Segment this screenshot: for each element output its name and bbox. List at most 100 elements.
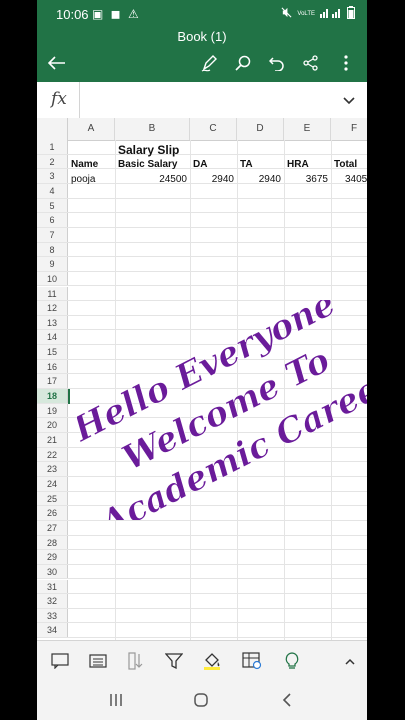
row-header[interactable]: 23 bbox=[37, 462, 68, 476]
row-header[interactable]: 3 bbox=[37, 169, 68, 183]
cell-a2[interactable]: Name bbox=[71, 158, 98, 172]
row-header[interactable]: 16 bbox=[37, 359, 68, 374]
table-row[interactable]: 1 bbox=[37, 140, 367, 155]
filter-icon[interactable] bbox=[163, 651, 185, 671]
table-row[interactable]: 10 bbox=[37, 271, 367, 287]
column-header-c[interactable]: C bbox=[190, 118, 237, 140]
table-row[interactable]: 12 bbox=[37, 301, 367, 316]
row-header[interactable]: 22 bbox=[37, 447, 68, 462]
table-row[interactable]: 5 bbox=[37, 198, 367, 214]
row-header[interactable]: 2 bbox=[37, 154, 68, 169]
row-header[interactable]: 28 bbox=[37, 535, 68, 550]
row-header[interactable]: 26 bbox=[37, 506, 68, 520]
back-arrow-icon[interactable] bbox=[45, 52, 69, 74]
spreadsheet-grid[interactable]: A B C D E F 1 2 3 4 5 6 7 8 9 10 11 12 13 14 15 16 17 18 1… bbox=[37, 118, 367, 640]
chevron-up-icon[interactable] bbox=[339, 651, 361, 671]
row-header[interactable]: 30 bbox=[37, 564, 68, 579]
column-header-e[interactable]: E bbox=[284, 118, 331, 140]
chevron-down-icon[interactable] bbox=[343, 92, 355, 110]
table-row[interactable]: 28 bbox=[37, 535, 367, 551]
row-header[interactable]: 29 bbox=[37, 550, 68, 564]
table-row[interactable]: 34 bbox=[37, 623, 367, 639]
row-header[interactable]: 32 bbox=[37, 594, 68, 608]
draw-pen-icon[interactable] bbox=[198, 52, 222, 74]
cell-c3[interactable]: 2940 bbox=[190, 173, 234, 187]
row-header[interactable]: 14 bbox=[37, 330, 68, 345]
row-header[interactable]: 5 bbox=[37, 198, 68, 213]
table-row[interactable]: 26 bbox=[37, 506, 367, 521]
table-row[interactable]: 20 bbox=[37, 418, 367, 433]
insert-table-icon[interactable] bbox=[241, 651, 263, 671]
table-row[interactable]: 17 bbox=[37, 374, 367, 390]
table-row[interactable]: 23 bbox=[37, 462, 367, 477]
row-header[interactable]: 33 bbox=[37, 608, 68, 623]
column-header-a[interactable]: A bbox=[68, 118, 115, 140]
card-view-icon[interactable] bbox=[87, 651, 109, 671]
table-row[interactable]: 8 bbox=[37, 242, 367, 258]
cell-f2[interactable]: Total bbox=[334, 158, 357, 172]
row-header[interactable]: 19 bbox=[37, 403, 68, 418]
more-options-icon[interactable] bbox=[334, 52, 358, 74]
select-all-corner[interactable] bbox=[37, 118, 68, 140]
row-header[interactable]: 4 bbox=[37, 183, 68, 198]
row-header[interactable]: 21 bbox=[37, 433, 68, 447]
table-row[interactable]: 15 bbox=[37, 345, 367, 360]
table-row[interactable]: 25 bbox=[37, 491, 367, 507]
cell-b3[interactable]: 24500 bbox=[115, 173, 187, 187]
comment-icon[interactable] bbox=[49, 651, 71, 671]
row-header[interactable]: 20 bbox=[37, 418, 68, 432]
cell-e3[interactable]: 3675 bbox=[284, 173, 328, 187]
ideas-lightbulb-icon[interactable] bbox=[281, 651, 303, 671]
table-row[interactable]: 33 bbox=[37, 608, 367, 624]
row-header[interactable]: 10 bbox=[37, 271, 68, 286]
table-row[interactable]: 6 bbox=[37, 213, 367, 228]
table-row[interactable]: 13 bbox=[37, 315, 367, 331]
cell-f3[interactable]: 3405 bbox=[345, 173, 367, 187]
row-header[interactable]: 34 bbox=[37, 623, 68, 638]
table-row[interactable]: 27 bbox=[37, 520, 367, 536]
row-header[interactable]: 13 bbox=[37, 315, 68, 330]
back-icon[interactable] bbox=[276, 690, 298, 710]
cell-e2[interactable]: HRA bbox=[287, 158, 309, 172]
table-row[interactable]: 22 bbox=[37, 447, 367, 463]
table-row[interactable]: 24 bbox=[37, 476, 367, 492]
table-row[interactable]: 16 bbox=[37, 359, 367, 375]
table-row[interactable]: 11 bbox=[37, 286, 367, 302]
cell-d3[interactable]: 2940 bbox=[237, 173, 281, 187]
fill-color-icon[interactable] bbox=[201, 651, 223, 671]
column-header-f[interactable]: F bbox=[331, 118, 367, 140]
cell-b2[interactable]: Basic Salary bbox=[118, 158, 178, 172]
table-row[interactable]: 31 bbox=[37, 579, 367, 595]
row-header[interactable]: 12 bbox=[37, 301, 68, 315]
column-header-b[interactable]: B bbox=[115, 118, 190, 140]
table-row[interactable]: 9 bbox=[37, 257, 367, 272]
row-header[interactable]: 17 bbox=[37, 374, 68, 389]
row-header[interactable]: 7 bbox=[37, 227, 68, 242]
table-row[interactable]: 32 bbox=[37, 594, 367, 609]
undo-icon[interactable] bbox=[265, 52, 289, 74]
row-header[interactable]: 8 bbox=[37, 242, 68, 257]
cell-d2[interactable]: TA bbox=[240, 158, 253, 172]
row-header[interactable]: 31 bbox=[37, 579, 68, 594]
table-row[interactable]: 14 bbox=[37, 330, 367, 346]
row-header[interactable]: 24 bbox=[37, 476, 68, 491]
recent-apps-icon[interactable] bbox=[105, 690, 127, 710]
share-icon[interactable] bbox=[299, 52, 323, 74]
row-header[interactable]: 11 bbox=[37, 286, 68, 301]
column-header-d[interactable]: D bbox=[237, 118, 284, 140]
row-header[interactable]: 15 bbox=[37, 345, 68, 359]
table-row[interactable]: 29 bbox=[37, 550, 367, 565]
home-icon[interactable] bbox=[190, 690, 212, 710]
table-row[interactable]: 21 bbox=[37, 433, 367, 448]
cell-c2[interactable]: DA bbox=[193, 158, 207, 172]
sort-icon[interactable] bbox=[125, 651, 147, 671]
table-row[interactable]: 7 bbox=[37, 227, 367, 243]
search-icon[interactable] bbox=[231, 52, 255, 74]
row-header[interactable]: 1 bbox=[37, 140, 68, 154]
row-header[interactable]: 6 bbox=[37, 213, 68, 227]
table-row[interactable]: 19 bbox=[37, 403, 367, 419]
table-row[interactable]: 30 bbox=[37, 564, 367, 580]
table-row[interactable]: 18 bbox=[37, 389, 367, 404]
formula-bar[interactable]: fx bbox=[37, 82, 367, 119]
row-header[interactable]: 18 bbox=[37, 389, 68, 403]
